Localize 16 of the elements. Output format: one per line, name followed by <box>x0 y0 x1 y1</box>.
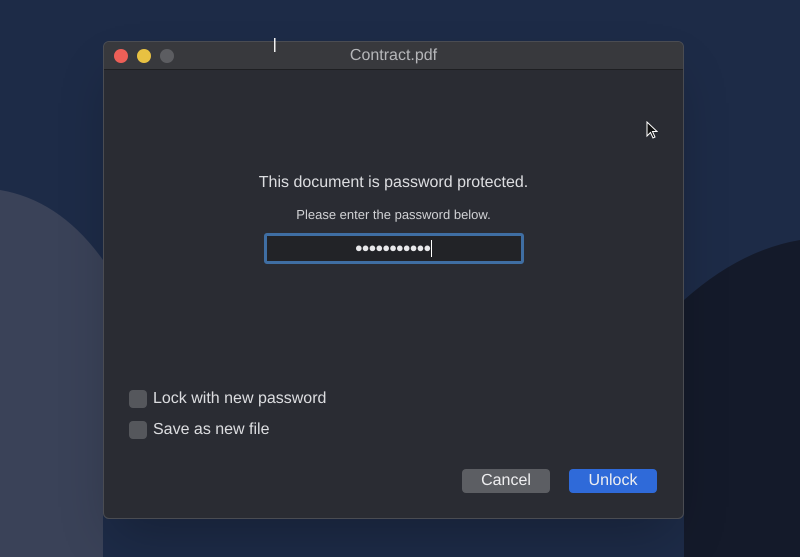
dialog-button[interactable]: Unlock <box>569 469 657 493</box>
password-field[interactable]: ●●●●●●●●●●● <box>264 232 524 264</box>
zoom-button[interactable] <box>160 48 174 62</box>
minimize-button[interactable] <box>137 48 151 62</box>
window-title: Contract.pdf <box>350 46 438 66</box>
prompt-text: Please enter the password below. <box>296 206 491 224</box>
message-text: This document is password protected. <box>258 173 528 193</box>
text-caret-icon <box>431 240 432 256</box>
dialog-button[interactable]: Cancel <box>462 469 550 493</box>
ibeam-cursor-icon <box>273 38 276 52</box>
mouse-pointer-icon <box>646 121 658 139</box>
close-button[interactable] <box>114 48 128 62</box>
checkbox-label: Lock with new password <box>153 389 326 409</box>
checkbox-label: Save as new file <box>153 420 270 440</box>
checkbox[interactable] <box>129 421 147 439</box>
checkbox[interactable] <box>129 390 147 408</box>
